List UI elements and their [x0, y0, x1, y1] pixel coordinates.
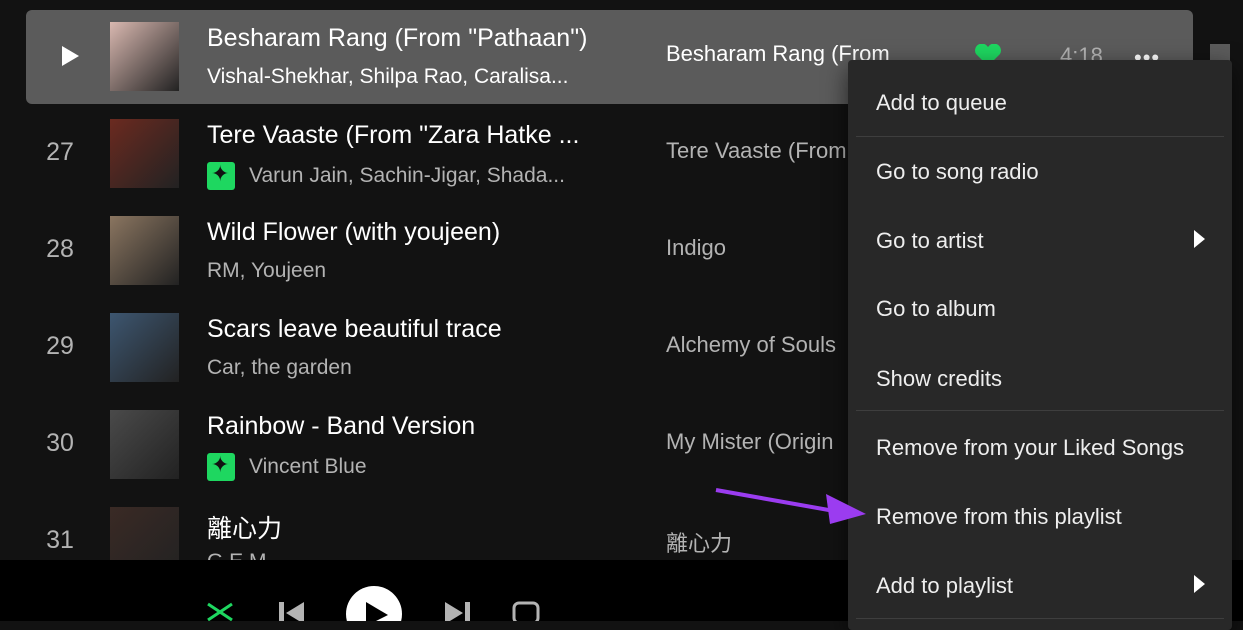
play-button[interactable]: [346, 586, 402, 621]
sparkle-badge-icon: [207, 452, 235, 481]
track-artists: Varun Jain, Sachin-Jigar, Shada...: [207, 161, 565, 190]
track-artists: Vincent Blue: [207, 452, 367, 481]
menu-item-label: Show credits: [876, 366, 1002, 391]
track-title[interactable]: 離心力: [207, 509, 282, 545]
menu-divider: [856, 618, 1224, 619]
menu-item-label: Remove from this playlist: [876, 504, 1122, 529]
menu-item-label: Go to song radio: [876, 159, 1039, 184]
menu-divider: [856, 410, 1224, 411]
repeat-icon[interactable]: [512, 601, 540, 621]
track-artists: RM, Youjeen: [207, 259, 326, 283]
menu-item-label: Go to artist: [876, 228, 984, 253]
menu-item-label: Add to queue: [876, 90, 1007, 115]
previous-icon[interactable]: [279, 602, 304, 621]
album-art: [110, 410, 179, 479]
track-artists: Vishal-Shekhar, Shilpa Rao, Caralisa...: [207, 65, 568, 89]
artist-links[interactable]: Vishal-Shekhar, Shilpa Rao, Caralisa...: [207, 65, 568, 89]
track-number: 28: [46, 235, 74, 263]
track-title[interactable]: Scars leave beautiful trace: [207, 315, 502, 344]
sparkle-badge-icon: [207, 161, 235, 190]
track-album[interactable]: 離心力: [666, 526, 732, 558]
artist-links[interactable]: Vincent Blue: [249, 455, 367, 479]
context-menu: Add to queue Go to song radio Go to artist…: [848, 60, 1232, 630]
menu-item[interactable]: Remove from your Liked Songs: [848, 417, 1232, 477]
artist-links[interactable]: Car, the garden: [207, 356, 352, 380]
menu-item[interactable]: Add to queue: [848, 72, 1232, 132]
menu-item[interactable]: Show credits: [848, 348, 1232, 408]
menu-item[interactable]: Remove from this playlist: [848, 486, 1232, 546]
track-title[interactable]: Rainbow - Band Version: [207, 412, 475, 441]
menu-item[interactable]: Go to artist: [848, 210, 1232, 270]
play-icon[interactable]: [62, 46, 79, 66]
next-icon[interactable]: [445, 602, 470, 621]
track-number: 29: [46, 332, 74, 360]
album-art: [110, 216, 179, 285]
track-album[interactable]: Alchemy of Souls: [666, 332, 836, 358]
album-art: [110, 119, 179, 188]
track-artists: Car, the garden: [207, 356, 352, 380]
track-number: 30: [46, 429, 74, 457]
track-album[interactable]: Indigo: [666, 235, 726, 261]
artist-links[interactable]: Varun Jain, Sachin-Jigar, Shada...: [249, 164, 565, 188]
submenu-arrow-icon: [1194, 575, 1205, 593]
menu-item[interactable]: Go to song radio: [848, 141, 1232, 201]
menu-item-label: Add to playlist: [876, 573, 1013, 598]
menu-item-label: Remove from your Liked Songs: [876, 435, 1185, 460]
album-art: [110, 22, 179, 91]
menu-item-label: Go to album: [876, 296, 996, 321]
submenu-arrow-icon: [1194, 230, 1205, 248]
track-number: 27: [46, 138, 74, 166]
track-album[interactable]: My Mister (Origin: [666, 429, 833, 455]
track-title[interactable]: Besharam Rang (From "Pathaan"): [207, 24, 587, 53]
artist-links[interactable]: RM, Youjeen: [207, 259, 326, 283]
menu-divider: [856, 136, 1224, 137]
album-art: [110, 313, 179, 382]
track-album[interactable]: Tere Vaaste (From: [666, 138, 847, 164]
track-title[interactable]: Tere Vaaste (From "Zara Hatke ...: [207, 121, 579, 150]
menu-item[interactable]: Go to album: [848, 278, 1232, 338]
shuffle-icon[interactable]: [207, 602, 233, 621]
menu-item[interactable]: Add to playlist: [848, 555, 1232, 615]
track-number: 31: [46, 526, 74, 554]
track-title[interactable]: Wild Flower (with youjeen): [207, 218, 500, 247]
